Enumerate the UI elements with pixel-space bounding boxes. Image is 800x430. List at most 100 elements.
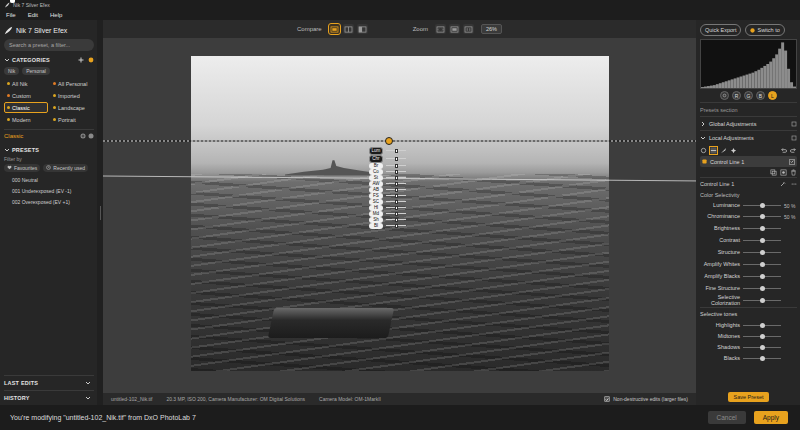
source-pill[interactable]: Nik: [4, 67, 19, 75]
checkbox-box[interactable]: [604, 396, 610, 402]
options-icon[interactable]: [88, 133, 94, 139]
slider-thumb[interactable]: [760, 286, 765, 291]
param-pill[interactable]: Hl: [369, 205, 383, 211]
slider-thumb[interactable]: [760, 323, 765, 328]
undo-icon[interactable]: [780, 147, 787, 154]
slider-track[interactable]: [743, 216, 781, 217]
channel-button[interactable]: L: [768, 91, 777, 100]
control-param[interactable]: FS: [369, 193, 406, 199]
slider-track[interactable]: [743, 347, 781, 348]
param-pill[interactable]: Chr: [369, 155, 383, 163]
presets-header[interactable]: PRESETS: [4, 145, 94, 155]
zoom-fill-button[interactable]: [449, 24, 460, 34]
clipping-button[interactable]: [720, 91, 729, 100]
control-param[interactable]: Co: [369, 169, 406, 175]
param-pill[interactable]: Sh: [369, 217, 383, 223]
param-slider[interactable]: [386, 189, 406, 190]
plus-icon[interactable]: [78, 57, 84, 63]
param-slider[interactable]: [386, 183, 406, 184]
search-field[interactable]: Search a preset, a filter...: [4, 39, 94, 51]
menu-item[interactable]: File: [6, 12, 16, 18]
control-param[interactable]: St: [369, 175, 406, 181]
control-param[interactable]: Hl: [369, 205, 406, 211]
categories-header[interactable]: CATEGORIES: [4, 55, 94, 65]
control-param[interactable]: Sh: [369, 217, 406, 223]
local-adjustments-header[interactable]: Local Adjustments: [700, 130, 797, 144]
add-preset-icon[interactable]: [80, 133, 86, 139]
channel-button[interactable]: B: [756, 91, 765, 100]
global-adjustments-header[interactable]: Global Adjustments: [700, 116, 797, 130]
zoom-value-field[interactable]: 26%: [481, 24, 502, 34]
slider-track[interactable]: [743, 205, 781, 206]
filter-pill[interactable]: Recently used: [43, 164, 88, 172]
slider-thumb[interactable]: [760, 274, 765, 279]
category-item[interactable]: Custom: [4, 90, 48, 101]
category-item[interactable]: All Personal: [50, 78, 94, 89]
channel-button[interactable]: R: [732, 91, 741, 100]
control-param[interactable]: AB: [369, 187, 406, 193]
param-slider[interactable]: [386, 207, 406, 208]
toggle-icon[interactable]: [791, 135, 797, 141]
quick-export-button[interactable]: Quick Export: [700, 24, 741, 36]
single-view-button[interactable]: [329, 24, 340, 34]
param-slider[interactable]: [386, 158, 406, 159]
slider-thumb[interactable]: [760, 262, 765, 267]
slider-track[interactable]: [743, 252, 781, 253]
pick-icon[interactable]: [780, 181, 786, 187]
brush-icon[interactable]: [720, 147, 727, 154]
preset-item[interactable]: 000 Neutral: [12, 175, 94, 184]
slider-thumb[interactable]: [760, 214, 765, 219]
local-adjustment-item[interactable]: Control Line 1: [700, 156, 797, 167]
slider-track[interactable]: [743, 358, 781, 359]
slider-thumb[interactable]: [760, 345, 765, 350]
collapsible-section[interactable]: HISTORY: [4, 390, 94, 405]
star-icon[interactable]: [88, 57, 94, 63]
category-item[interactable]: All Nik: [4, 78, 48, 89]
delete-icon[interactable]: [790, 169, 797, 176]
footer-button[interactable]: Apply: [754, 411, 788, 424]
slider-thumb[interactable]: [760, 250, 765, 255]
preset-item[interactable]: 002 Overexposed (EV +1): [12, 197, 94, 206]
control-param[interactable]: SC: [369, 199, 406, 205]
more-icon[interactable]: [791, 181, 797, 187]
slider-thumb[interactable]: [760, 203, 765, 208]
slider-thumb[interactable]: [760, 238, 765, 243]
param-slider[interactable]: [386, 171, 406, 172]
filter-pill[interactable]: Favourites: [4, 164, 40, 172]
preset-item[interactable]: 001 Underexposed (EV -1): [12, 186, 94, 195]
control-param[interactable]: Md: [369, 211, 406, 217]
control-param[interactable]: Chr: [369, 155, 406, 163]
param-pill[interactable]: AW: [369, 181, 383, 187]
param-slider[interactable]: [386, 225, 406, 226]
slider-track[interactable]: [743, 240, 781, 241]
zoom-fit-button[interactable]: [435, 24, 446, 34]
collapsible-section[interactable]: LAST EDITS: [4, 375, 94, 390]
side-view-button[interactable]: [357, 24, 368, 34]
param-pill[interactable]: Md: [369, 211, 383, 217]
param-slider[interactable]: [386, 219, 406, 220]
switch-to-button[interactable]: Switch to: [745, 24, 784, 36]
control-param[interactable]: AW: [369, 181, 406, 187]
slider-track[interactable]: [743, 300, 781, 301]
param-slider[interactable]: [386, 201, 406, 202]
source-pill[interactable]: Personal: [22, 67, 50, 75]
radial-icon[interactable]: [730, 147, 737, 154]
param-pill[interactable]: St: [369, 175, 383, 181]
category-item[interactable]: Portrait: [50, 114, 94, 125]
redo-icon[interactable]: [790, 147, 797, 154]
duplicate-icon[interactable]: [770, 169, 777, 176]
toggle-icon[interactable]: [791, 121, 797, 127]
zoom-actual-button[interactable]: [463, 24, 474, 34]
param-slider[interactable]: [386, 150, 406, 151]
param-slider[interactable]: [386, 195, 406, 196]
category-item[interactable]: Classic: [4, 102, 48, 113]
control-handle[interactable]: [385, 137, 393, 145]
param-pill[interactable]: AB: [369, 187, 383, 193]
menu-item[interactable]: Help: [50, 12, 62, 18]
presets-section[interactable]: Presets section: [700, 102, 797, 116]
preset-thumbnail[interactable]: [10, 0, 15, 3]
param-pill[interactable]: Co: [369, 169, 383, 175]
slider-track[interactable]: [743, 276, 781, 277]
param-pill[interactable]: SC: [369, 199, 383, 205]
param-pill[interactable]: FS: [369, 193, 383, 199]
